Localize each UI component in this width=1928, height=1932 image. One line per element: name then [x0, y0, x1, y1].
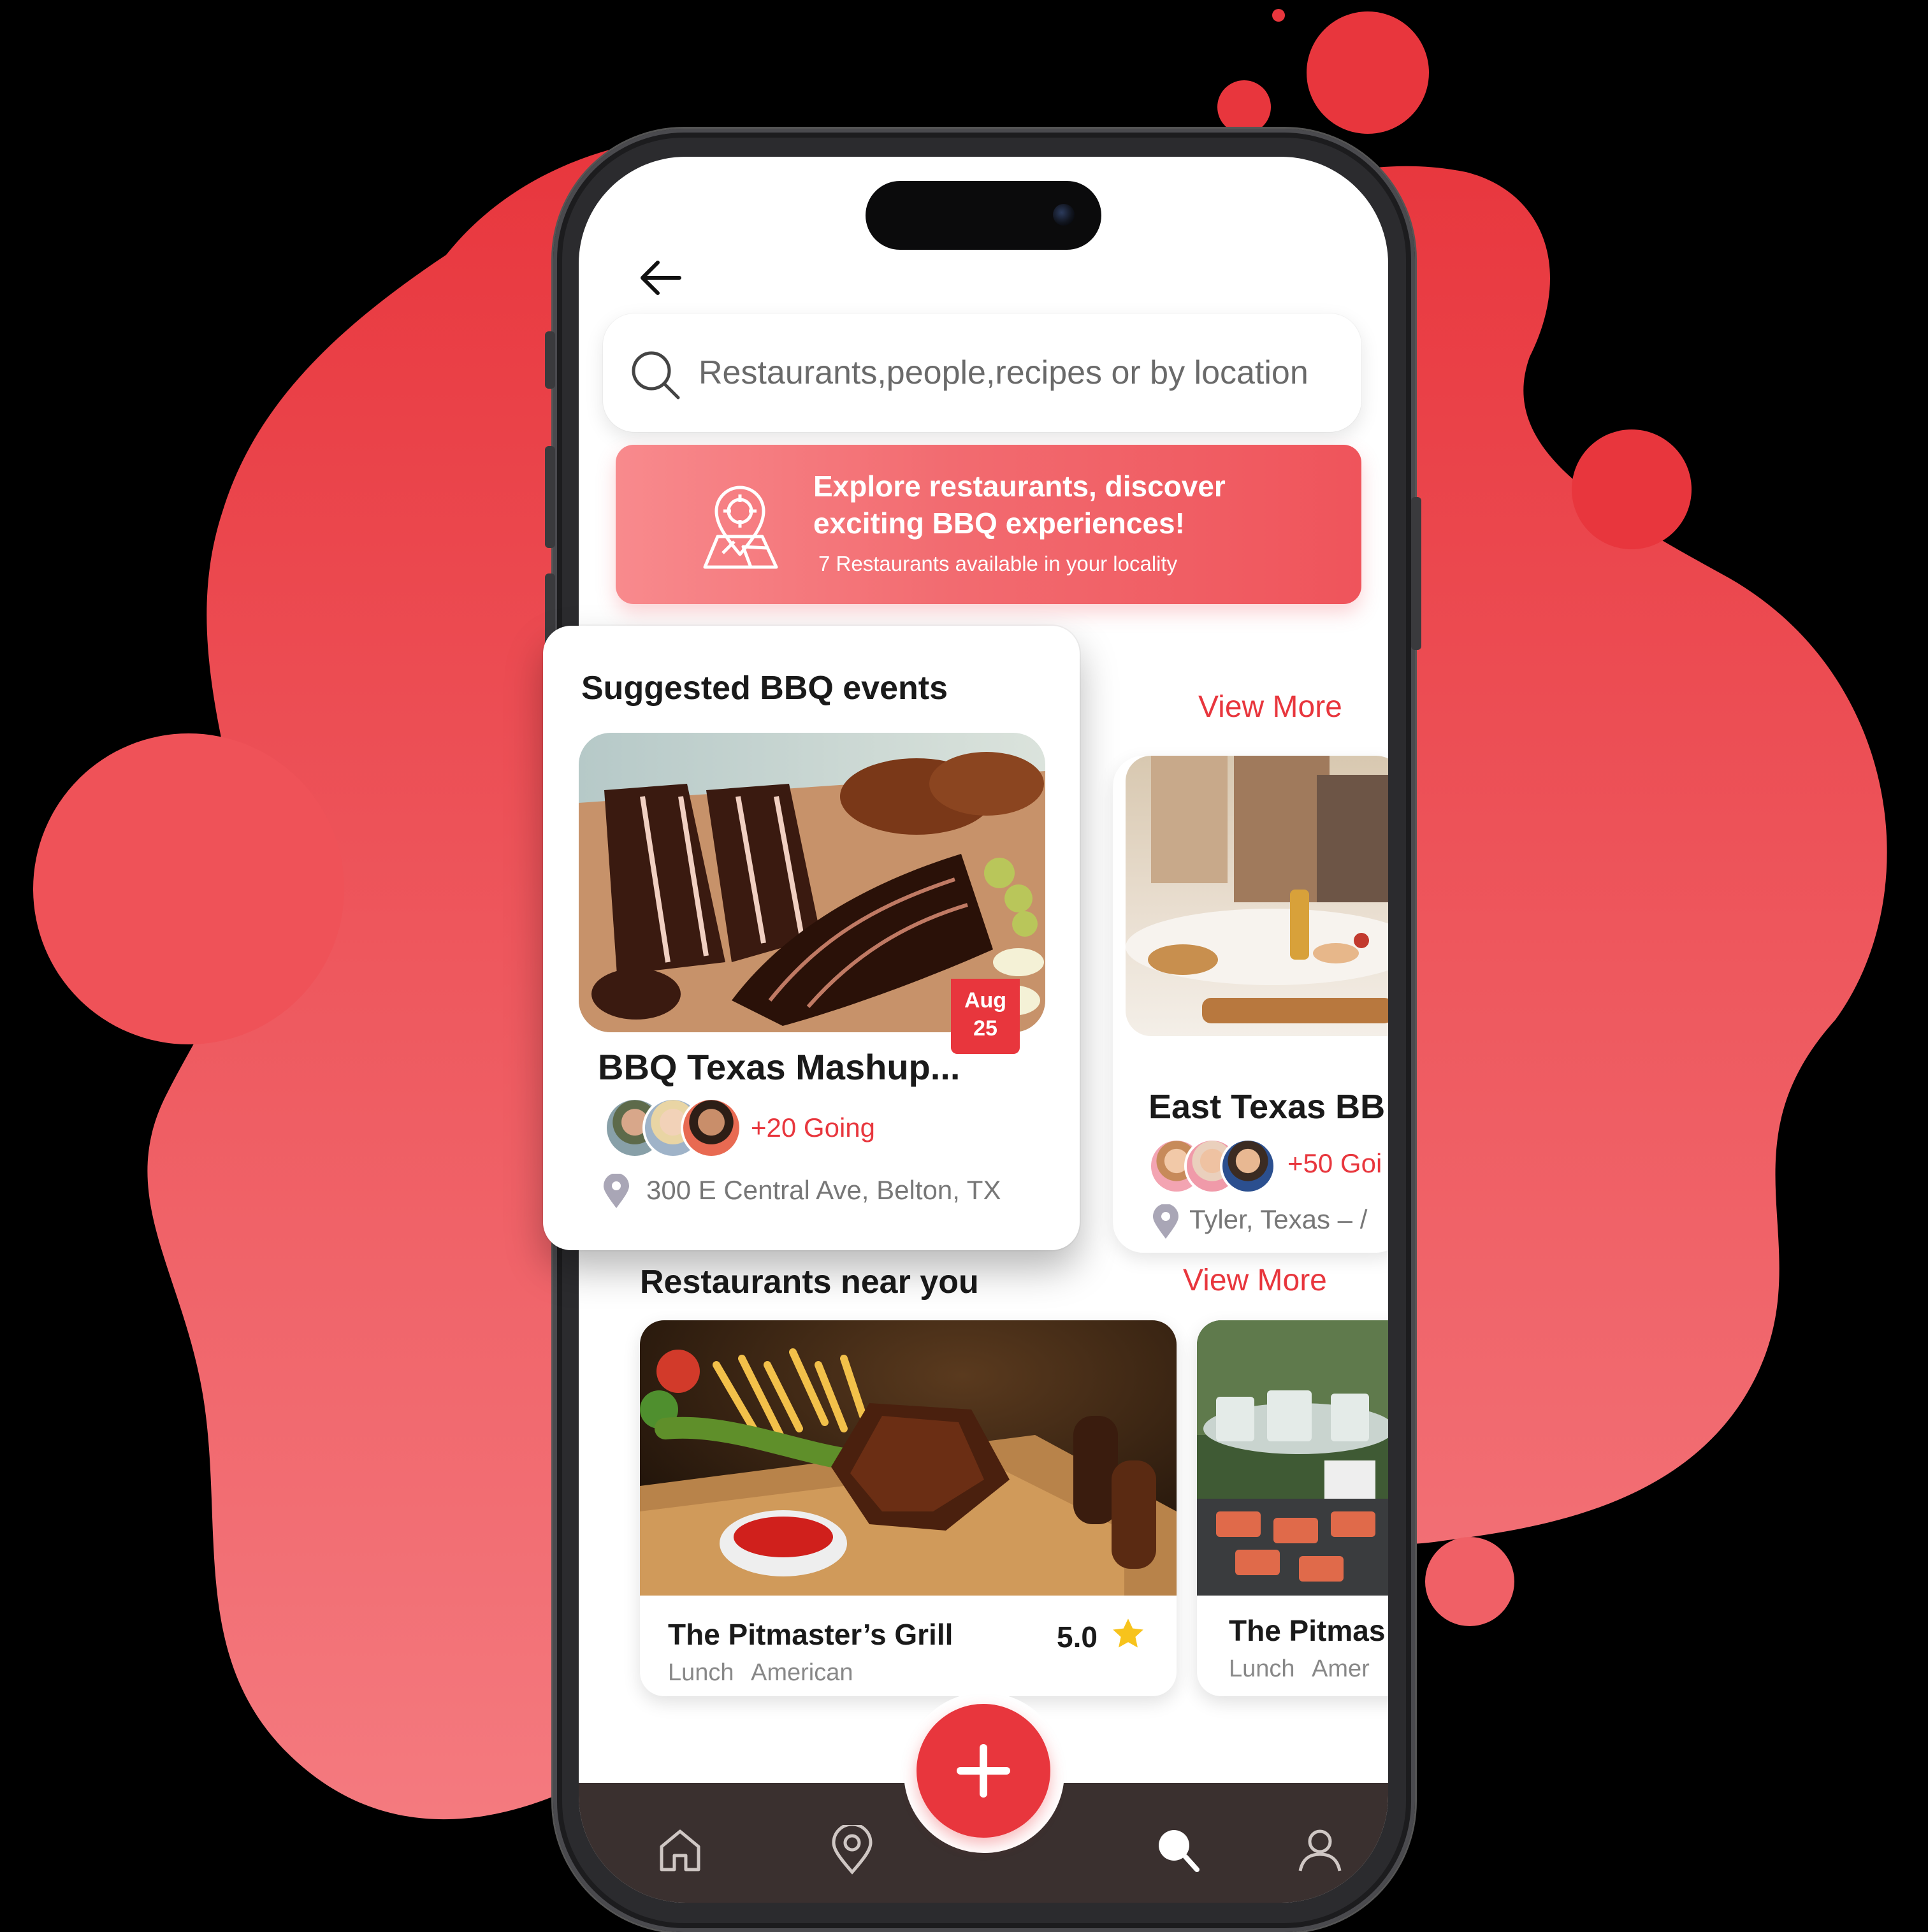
going-count: +20 Going	[751, 1113, 875, 1143]
attendee-avatars	[604, 1097, 744, 1158]
explore-banner[interactable]: Explore restaurants, discover exciting B…	[616, 445, 1361, 604]
dynamic-island	[866, 181, 1101, 250]
phone-action-button	[545, 331, 555, 389]
search-icon	[632, 351, 680, 400]
featured-event-card[interactable]: Suggested BBQ events Aug 25 BBQ Texas Ma	[543, 626, 1080, 1250]
restaurant-rating: 5.0	[1057, 1620, 1098, 1654]
avatar	[681, 1097, 742, 1158]
events-section-title: Suggested BBQ events	[581, 670, 948, 707]
add-button[interactable]	[917, 1704, 1050, 1838]
restaurant-image	[640, 1320, 1177, 1596]
restaurant-name: The Pitmas	[1229, 1614, 1386, 1647]
banner-title: Explore restaurants, discover exciting B…	[813, 470, 1226, 540]
camera-icon	[1053, 204, 1075, 226]
restaurant-name: The Pitmaster’s Grill	[668, 1618, 953, 1651]
event-location: 300 E Central Ave, Belton, TX	[646, 1175, 1001, 1205]
home-icon[interactable]	[655, 1825, 705, 1875]
event-name: East Texas BB	[1149, 1088, 1386, 1126]
phone-volume-up	[545, 446, 555, 548]
event-date-badge: Aug 25	[951, 979, 1020, 1054]
restaurant-card[interactable]: The Pitmaster’s Grill 5.0 Lunch American	[640, 1320, 1177, 1696]
search-icon[interactable]	[1152, 1825, 1202, 1875]
location-pin-icon	[1153, 1204, 1178, 1239]
search-bar[interactable]	[603, 314, 1361, 432]
restaurants-view-more-link[interactable]: View More	[1183, 1263, 1327, 1298]
add-icon	[957, 1744, 1010, 1798]
date-day: 25	[973, 1016, 997, 1041]
profile-icon[interactable]	[1295, 1825, 1345, 1875]
map-pin-icon	[703, 486, 778, 569]
event-name: BBQ Texas Mashup...	[598, 1047, 960, 1087]
restaurant-tags: Lunch Amer	[1229, 1655, 1370, 1682]
location-pin-icon	[604, 1174, 629, 1208]
date-month: Aug	[964, 988, 1007, 1013]
events-view-more-link[interactable]: View More	[1198, 689, 1342, 724]
restaurants-section-title: Restaurants near you	[640, 1264, 979, 1301]
restaurant-tags: Lunch American	[668, 1659, 853, 1686]
back-arrow-icon[interactable]	[635, 252, 686, 303]
restaurant-card[interactable]: The Pitmas Lunch Amer	[1197, 1320, 1388, 1696]
search-input[interactable]	[697, 339, 1350, 407]
attendee-avatars	[1149, 1138, 1276, 1199]
event-card[interactable]: East Texas BB +50 Goi Tyler, Texas – /	[1113, 756, 1388, 1253]
going-count: +50 Goi	[1287, 1148, 1382, 1178]
event-location: Tyler, Texas – /	[1189, 1204, 1368, 1234]
location-icon[interactable]	[827, 1825, 877, 1875]
restaurant-image	[1197, 1320, 1388, 1596]
event-image	[1126, 756, 1388, 1036]
avatar	[1220, 1138, 1276, 1194]
banner-subtitle: 7 Restaurants available in your locality	[818, 552, 1178, 575]
phone-power-button	[1411, 497, 1421, 650]
star-icon	[1113, 1618, 1143, 1648]
